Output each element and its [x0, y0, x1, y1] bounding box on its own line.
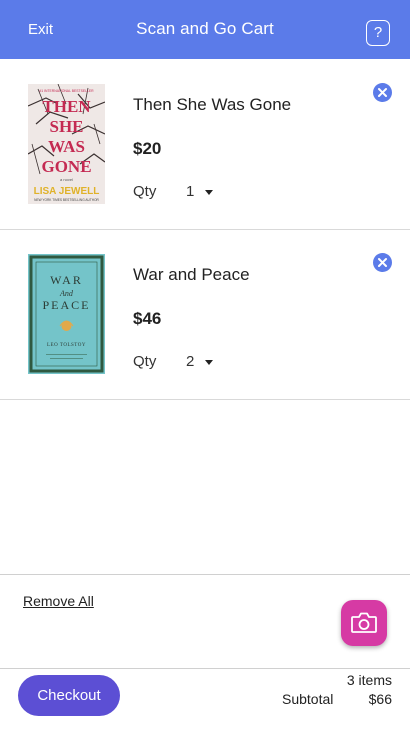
camera-scan-button[interactable] [341, 600, 387, 646]
subtotal-label: Subtotal [282, 691, 334, 707]
cover-title-word: SHE [49, 117, 83, 136]
book-cover-art: WAR And PEACE LEO TOLSTOY [28, 254, 105, 374]
close-icon [378, 88, 387, 97]
help-icon: ? [373, 24, 383, 41]
qty-value: 2 [186, 353, 195, 370]
cart-item: #1 INTERNATIONAL BESTSELLER THEN SHE WAS… [0, 59, 410, 230]
caret-down-icon [205, 360, 213, 365]
cover-title: PEACE [42, 298, 90, 312]
book-cover-image: WAR And PEACE LEO TOLSTOY [28, 254, 105, 374]
divider [0, 668, 410, 669]
cover-author: LEO TOLSTOY [47, 343, 86, 348]
remove-all-link[interactable]: Remove All [23, 593, 94, 609]
cart-item: WAR And PEACE LEO TOLSTOY War and Peace … [0, 229, 410, 400]
subtotal-value: $66 [368, 691, 392, 707]
divider [0, 574, 410, 575]
close-icon [378, 258, 387, 267]
qty-label: Qty [133, 353, 157, 370]
page-title: Scan and Go Cart [136, 19, 274, 38]
item-price: $20 [133, 139, 162, 158]
qty-value: 1 [186, 183, 195, 200]
cover-bottom-text: NEW YORK TIMES BESTSELLING AUTHOR [34, 198, 99, 202]
remove-item-button[interactable] [373, 253, 392, 272]
item-name: Then She Was Gone [133, 95, 292, 114]
qty-dropdown[interactable]: 1 [186, 183, 226, 203]
caret-down-icon [205, 190, 213, 195]
app-header: Exit Scan and Go Cart ? [0, 0, 410, 59]
qty-dropdown[interactable]: 2 [186, 353, 226, 373]
cover-author: LISA JEWELL [34, 186, 100, 197]
help-button[interactable]: ? [366, 20, 390, 46]
book-cover-art: #1 INTERNATIONAL BESTSELLER THEN SHE WAS… [28, 84, 105, 204]
remove-item-button[interactable] [373, 83, 392, 102]
cover-title: WAR [50, 273, 83, 287]
book-cover-image: #1 INTERNATIONAL BESTSELLER THEN SHE WAS… [28, 84, 105, 204]
item-price: $46 [133, 309, 162, 328]
cover-title-word: THEN [42, 97, 91, 116]
cover-novel-text: a novel [60, 177, 73, 182]
qty-label: Qty [133, 183, 157, 200]
items-count: 3 items [346, 672, 392, 688]
cover-title-word: GONE [41, 157, 91, 176]
camera-icon [351, 612, 377, 633]
cover-title-word: WAS [48, 137, 85, 156]
item-name: War and Peace [133, 265, 250, 284]
checkout-button[interactable]: Checkout [18, 675, 120, 716]
cover-title: And [59, 289, 74, 298]
cover-top-text: #1 INTERNATIONAL BESTSELLER [39, 89, 94, 93]
